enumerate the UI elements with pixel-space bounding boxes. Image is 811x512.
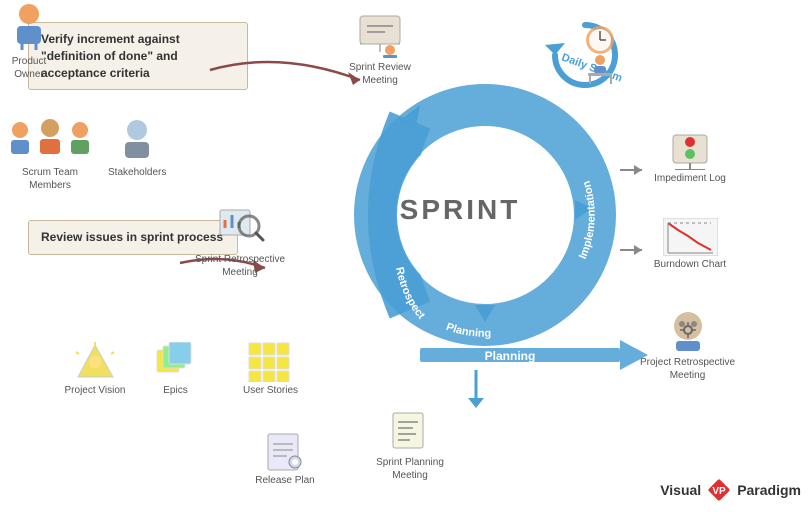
product-owner-label: Product Owner xyxy=(10,55,48,81)
sprint-planning-meeting-label: Sprint Planning Meeting xyxy=(370,456,450,482)
scrum-team-icon: Scrum Team Members xyxy=(5,118,95,192)
project-retro-label: Project Retrospective Meeting xyxy=(640,356,735,382)
project-retro-meeting-icon: Project Retrospective Meeting xyxy=(640,308,735,382)
sprint-retro-meeting-icon: Sprint Retrospective Meeting xyxy=(195,200,285,279)
sprint-retro-meeting-label: Sprint Retrospective Meeting xyxy=(195,253,285,279)
vp-paradigm-label: Paradigm xyxy=(737,482,801,498)
project-vision-icon: Project Vision xyxy=(60,342,130,396)
daily-scrum-icon xyxy=(545,15,625,95)
sprint-review-meeting-label: Sprint Review Meeting xyxy=(340,61,420,87)
stakeholders-label: Stakeholders xyxy=(108,166,166,179)
burndown-chart-label: Burndown Chart xyxy=(645,259,735,270)
stakeholders-icon: Stakeholders xyxy=(108,118,166,179)
scrum-team-label: Scrum Team Members xyxy=(5,166,95,192)
impediment-log-icon: Impediment Log xyxy=(645,130,735,184)
release-plan-label: Release Plan xyxy=(250,475,320,486)
epics-label: Epics xyxy=(148,385,203,396)
project-vision-label: Project Vision xyxy=(60,385,130,396)
vp-logo: Visual VP Paradigm xyxy=(660,478,801,502)
sprint-label: SPRINT xyxy=(400,194,521,226)
product-owner-icon: Product Owner xyxy=(10,2,48,81)
svg-text:VP: VP xyxy=(713,486,727,497)
impediment-arrow xyxy=(620,160,650,180)
planning-down-arrow xyxy=(466,370,486,410)
sprint-planning-meeting-icon: Sprint Planning Meeting xyxy=(370,408,450,482)
main-container: Review Retrospect Planning Implementatio… xyxy=(0,0,811,512)
burndown-chart-icon: Burndown Chart xyxy=(645,218,735,270)
epics-icon: Epics xyxy=(148,342,203,396)
user-stories-label: User Stories xyxy=(238,385,303,396)
release-plan-icon: Release Plan xyxy=(250,432,320,486)
vp-diamond-icon: VP xyxy=(707,478,731,502)
burndown-arrow xyxy=(620,240,650,260)
user-stories-icon: User Stories xyxy=(238,342,303,396)
planning-arrow-svg: Planning xyxy=(420,340,650,370)
sprint-review-meeting-icon: Sprint Review Meeting xyxy=(340,8,420,87)
svg-text:Planning: Planning xyxy=(485,349,536,363)
impediment-log-label: Impediment Log xyxy=(645,173,735,184)
vp-visual-label: Visual xyxy=(660,482,701,498)
